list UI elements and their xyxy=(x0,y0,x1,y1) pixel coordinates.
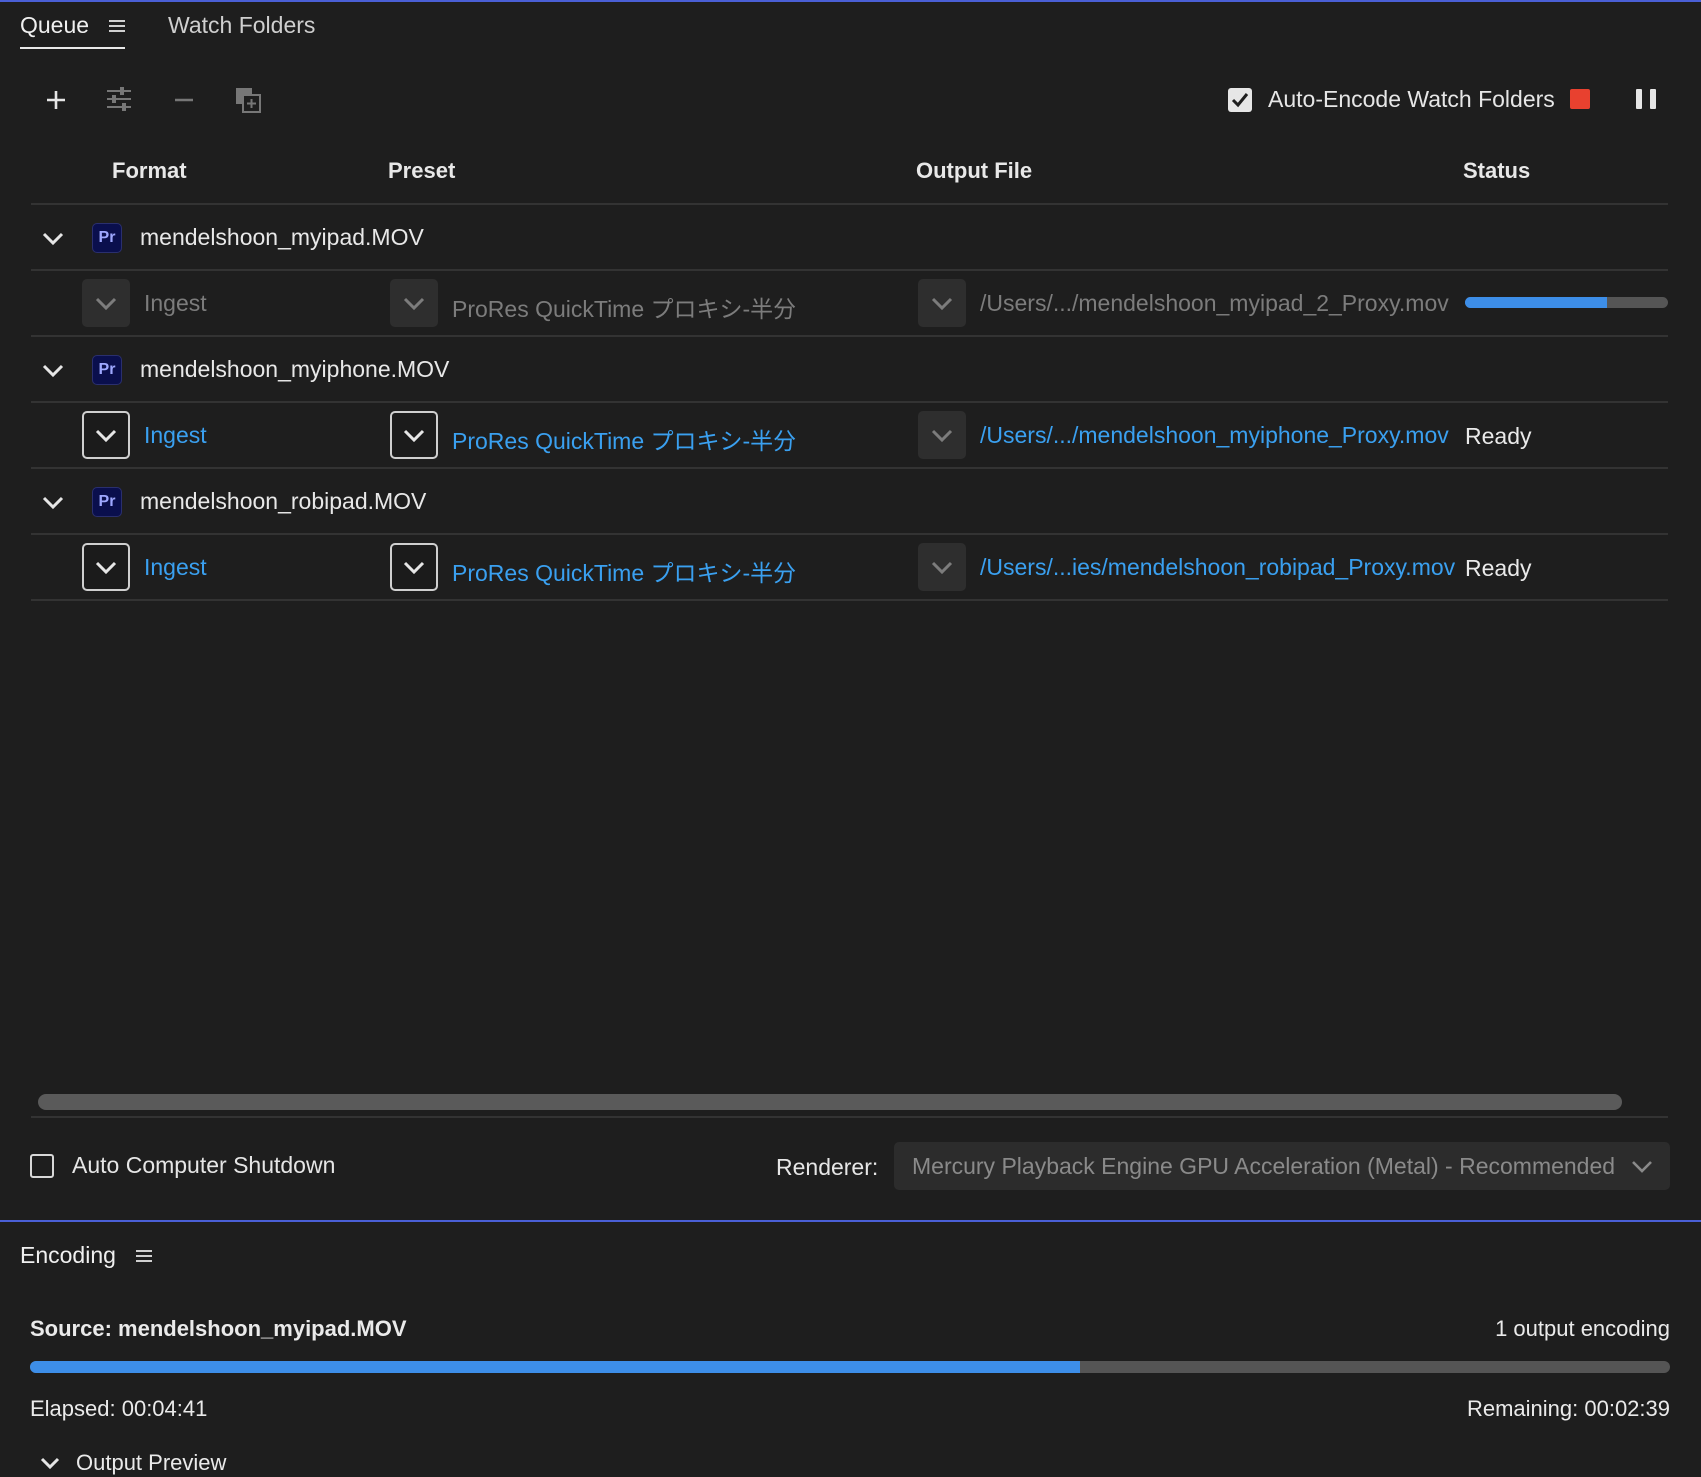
queue-output-row[interactable]: Ingest ProRes QuickTime プロキシ-半分 /Users/.… xyxy=(31,535,1668,599)
preset-value: ProRes QuickTime プロキシ-半分 xyxy=(452,296,797,322)
format-link[interactable]: Ingest xyxy=(144,422,207,449)
format-link[interactable]: Ingest xyxy=(144,554,207,581)
premiere-badge-icon: Pr xyxy=(92,487,122,517)
minus-icon xyxy=(175,98,193,102)
format-dropdown[interactable] xyxy=(82,543,130,591)
chevron-down-icon xyxy=(931,297,953,310)
output-preview-label: Output Preview xyxy=(76,1450,227,1475)
chevron-down-icon[interactable] xyxy=(41,490,65,514)
format-dropdown[interactable] xyxy=(82,411,130,459)
row-progress-fill xyxy=(1465,297,1608,308)
output-file-value: /Users/.../mendelshoon_myipad_2_Proxy.mo… xyxy=(980,290,1449,316)
status-text: Ready xyxy=(1465,555,1532,581)
footer-divider xyxy=(31,1116,1668,1118)
duplicate-button[interactable] xyxy=(230,82,266,118)
output-preview-toggle[interactable]: Output Preview xyxy=(40,1450,226,1476)
queue-source-row[interactable]: Pr mendelshoon_myipad.MOV xyxy=(31,206,1668,270)
output-file-dropdown[interactable] xyxy=(918,543,966,591)
auto-computer-shutdown[interactable]: Auto Computer Shutdown xyxy=(30,1152,335,1179)
auto-encode-label: Auto-Encode Watch Folders xyxy=(1268,86,1555,112)
tab-watch-folders[interactable]: Watch Folders xyxy=(168,12,315,39)
auto-shutdown-label: Auto Computer Shutdown xyxy=(72,1152,336,1178)
queue-tabbar: Queue Watch Folders xyxy=(0,2,1701,52)
preset-dropdown[interactable] xyxy=(390,543,438,591)
checkmark-icon xyxy=(1231,92,1249,107)
output-file-link[interactable]: /Users/...ies/mendelshoon_robipad_Proxy.… xyxy=(980,554,1455,581)
auto-shutdown-checkbox[interactable] xyxy=(30,1153,54,1178)
chevron-down-icon[interactable] xyxy=(41,226,65,250)
output-file-link[interactable]: /Users/.../mendelshoon_myiphone_Proxy.mo… xyxy=(980,422,1449,449)
duplicate-icon xyxy=(236,88,261,113)
column-header-output-file[interactable]: Output File xyxy=(916,158,1032,184)
chevron-down-icon xyxy=(95,429,117,442)
queue-panel: Queue Watch Folders Auto-Encode Watch Fo… xyxy=(0,0,1701,1222)
queue-source-row[interactable]: Pr mendelshoon_myiphone.MOV xyxy=(31,338,1668,402)
menu-icon[interactable] xyxy=(135,1249,152,1263)
row-progress-bar xyxy=(1465,297,1668,308)
chevron-down-icon xyxy=(40,1457,60,1470)
encoding-panel: Encoding Source: mendelshoon_myipad.MOV … xyxy=(0,1220,1701,1477)
format-dropdown[interactable] xyxy=(82,279,130,327)
encoding-output-count: 1 output encoding xyxy=(1495,1316,1670,1341)
tab-encoding-label: Encoding xyxy=(20,1242,116,1268)
horizontal-scrollbar[interactable] xyxy=(38,1094,1622,1110)
menu-icon[interactable] xyxy=(109,19,126,33)
settings-icon xyxy=(107,87,131,111)
renderer-label: Renderer: xyxy=(776,1154,879,1180)
source-name: mendelshoon_myiphone.MOV xyxy=(140,356,450,382)
format-value: Ingest xyxy=(144,290,207,316)
pause-icon[interactable] xyxy=(1636,89,1656,109)
queue-toolbar: Auto-Encode Watch Folders xyxy=(0,78,1701,122)
encoding-progress-fill xyxy=(30,1361,1080,1373)
preset-link[interactable]: ProRes QuickTime プロキシ-半分 xyxy=(452,422,796,456)
premiere-badge-icon: Pr xyxy=(92,223,122,253)
column-header-format[interactable]: Format xyxy=(112,158,187,184)
row-divider xyxy=(31,467,1668,469)
row-divider xyxy=(31,335,1668,337)
column-header-status[interactable]: Status xyxy=(1463,158,1530,184)
chevron-down-icon xyxy=(403,297,425,310)
auto-encode-watch-folders[interactable]: Auto-Encode Watch Folders xyxy=(1228,86,1555,113)
chevron-down-icon xyxy=(1632,1161,1652,1173)
source-name: mendelshoon_robipad.MOV xyxy=(140,488,427,514)
source-name: mendelshoon_myipad.MOV xyxy=(140,224,424,250)
chevron-down-icon xyxy=(95,297,117,310)
output-file-dropdown[interactable] xyxy=(918,411,966,459)
output-settings-button[interactable] xyxy=(101,82,137,118)
encoding-progress-bar xyxy=(30,1361,1670,1373)
tab-queue[interactable]: Queue xyxy=(20,12,126,49)
row-divider xyxy=(31,599,1668,601)
chevron-down-icon xyxy=(403,429,425,442)
premiere-badge-icon: Pr xyxy=(92,355,122,385)
remove-button[interactable] xyxy=(166,82,202,118)
encoding-source: Source: mendelshoon_myipad.MOV xyxy=(30,1316,407,1341)
queue-source-row[interactable]: Pr mendelshoon_robipad.MOV xyxy=(31,470,1668,534)
queue-output-row[interactable]: Ingest ProRes QuickTime プロキシ-半分 /Users/.… xyxy=(31,271,1668,335)
output-file-dropdown[interactable] xyxy=(918,279,966,327)
auto-encode-checkbox[interactable] xyxy=(1228,87,1252,112)
renderer-select[interactable]: Mercury Playback Engine GPU Acceleration… xyxy=(894,1142,1670,1190)
preset-link[interactable]: ProRes QuickTime プロキシ-半分 xyxy=(452,554,796,588)
preset-dropdown[interactable] xyxy=(390,279,438,327)
tab-encoding[interactable]: Encoding xyxy=(20,1242,152,1269)
chevron-down-icon xyxy=(931,429,953,442)
header-divider xyxy=(31,203,1668,205)
chevron-down-icon xyxy=(95,561,117,574)
tab-queue-label: Queue xyxy=(20,12,90,38)
queue-output-row[interactable]: Ingest ProRes QuickTime プロキシ-半分 /Users/.… xyxy=(31,403,1668,467)
add-source-button[interactable] xyxy=(38,82,74,118)
preset-dropdown[interactable] xyxy=(390,411,438,459)
chevron-down-icon xyxy=(403,561,425,574)
chevron-down-icon[interactable] xyxy=(41,358,65,382)
chevron-down-icon xyxy=(931,561,953,574)
renderer-value: Mercury Playback Engine GPU Acceleration… xyxy=(912,1152,1616,1179)
column-header-preset[interactable]: Preset xyxy=(388,158,455,184)
remaining-time: Remaining: 00:02:39 xyxy=(1466,1396,1670,1421)
status-text: Ready xyxy=(1465,423,1532,449)
plus-icon xyxy=(47,91,65,109)
elapsed-time: Elapsed: 00:04:41 xyxy=(30,1396,208,1421)
stop-icon[interactable] xyxy=(1570,89,1590,109)
